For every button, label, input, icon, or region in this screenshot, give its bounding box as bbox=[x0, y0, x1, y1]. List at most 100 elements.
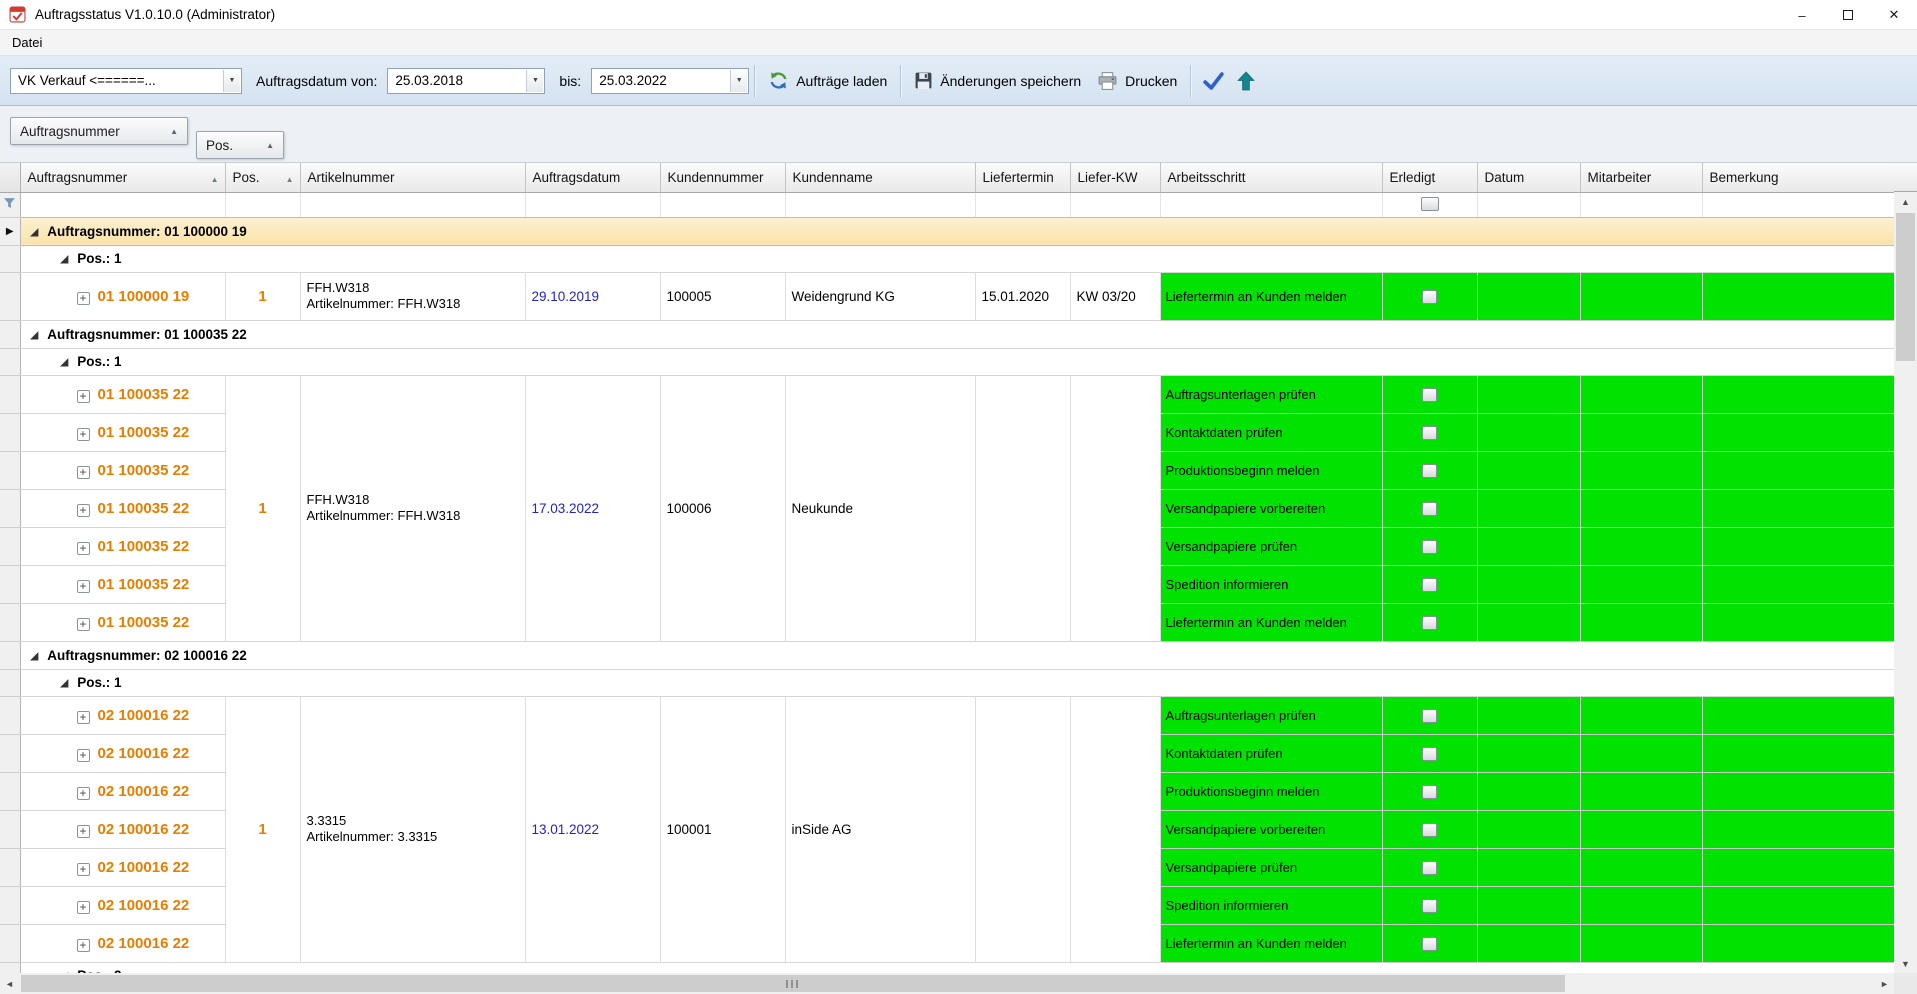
cell-order-no[interactable]: +01 100035 22 bbox=[20, 375, 226, 414]
expand-plus-icon[interactable]: + bbox=[76, 938, 90, 952]
cell-mitarbeiter[interactable] bbox=[1580, 451, 1703, 490]
expand-plus-icon[interactable]: + bbox=[76, 900, 90, 914]
cell-bemerkung[interactable] bbox=[1702, 924, 1894, 963]
cell-arbeitsschritt[interactable]: Spedition informieren bbox=[1160, 565, 1383, 604]
apply-check-button[interactable] bbox=[1196, 66, 1231, 96]
cell-kundenname[interactable]: inSide AG bbox=[785, 696, 976, 963]
cell-mitarbeiter[interactable] bbox=[1580, 772, 1703, 811]
cell-mitarbeiter[interactable] bbox=[1580, 375, 1703, 414]
cell-bemerkung[interactable] bbox=[1702, 527, 1894, 566]
cell-datum[interactable] bbox=[1477, 375, 1581, 414]
cell-arbeitsschritt[interactable]: Liefertermin an Kunden melden bbox=[1160, 603, 1383, 642]
cell-mitarbeiter[interactable] bbox=[1580, 565, 1703, 604]
group-row-cell[interactable]: ◢ Auftragsnummer: 01 100035 22 bbox=[20, 320, 1894, 349]
group-header-auftragsnummer[interactable]: Auftragsnummer ▲ bbox=[10, 117, 188, 145]
cell-artikelnummer[interactable]: FFH.W318 Artikelnummer: FFH.W318 bbox=[300, 375, 526, 642]
cell-mitarbeiter[interactable] bbox=[1580, 413, 1703, 452]
date-from-picker[interactable]: 25.03.2018 ▼ bbox=[387, 67, 546, 94]
cell-order-no[interactable]: +01 100035 22 bbox=[20, 413, 226, 452]
col-header-liefertermin[interactable]: Liefertermin bbox=[975, 163, 1071, 193]
minimize-button[interactable]: – bbox=[1779, 0, 1825, 30]
cell-erledigt[interactable] bbox=[1382, 451, 1478, 490]
filter-cell-kundenname[interactable] bbox=[785, 192, 976, 218]
cell-arbeitsschritt[interactable]: Versandpapiere prüfen bbox=[1160, 848, 1383, 887]
cell-arbeitsschritt[interactable]: Liefertermin an Kunden melden bbox=[1160, 924, 1383, 963]
cell-datum[interactable] bbox=[1477, 272, 1581, 321]
cell-datum[interactable] bbox=[1477, 451, 1581, 490]
cell-arbeitsschritt[interactable]: Auftragsunterlagen prüfen bbox=[1160, 696, 1383, 735]
group-header-pos[interactable]: Pos. ▲ bbox=[196, 131, 284, 159]
pos-group-row[interactable]: ◢Pos.: 2 bbox=[0, 962, 1894, 973]
cell-mitarbeiter[interactable] bbox=[1580, 810, 1703, 849]
cell-arbeitsschritt[interactable]: Liefertermin an Kunden melden bbox=[1160, 272, 1383, 321]
erledigt-checkbox[interactable] bbox=[1422, 708, 1437, 723]
cell-auftragsdatum[interactable]: 17.03.2022 bbox=[525, 375, 661, 642]
cell-order-no[interactable]: +01 100035 22 bbox=[20, 565, 226, 604]
cell-order-no[interactable]: +01 100000 19 bbox=[20, 272, 226, 321]
collapse-group-icon[interactable]: ◢ bbox=[61, 254, 69, 265]
cell-datum[interactable] bbox=[1477, 527, 1581, 566]
cell-erledigt[interactable] bbox=[1382, 734, 1478, 773]
collapse-group-icon[interactable]: ◢ bbox=[61, 678, 69, 689]
col-header-datum[interactable]: Datum bbox=[1477, 163, 1581, 193]
cell-bemerkung[interactable] bbox=[1702, 696, 1894, 735]
print-button[interactable]: Drucken bbox=[1089, 66, 1185, 96]
cell-liefertermin[interactable]: 15.01.2020 bbox=[975, 272, 1071, 321]
cell-liefer-kw[interactable]: KW 03/20 bbox=[1070, 272, 1161, 321]
cell-bemerkung[interactable] bbox=[1702, 848, 1894, 887]
filter-cell-mitarbeiter[interactable] bbox=[1580, 192, 1703, 218]
cell-order-no[interactable]: +02 100016 22 bbox=[20, 810, 226, 849]
data-row[interactable]: +01 100000 19 1 FFH.W318 Artikelnummer: … bbox=[0, 272, 1894, 321]
erledigt-checkbox[interactable] bbox=[1422, 615, 1437, 630]
cell-datum[interactable] bbox=[1477, 772, 1581, 811]
cell-erledigt[interactable] bbox=[1382, 924, 1478, 963]
cell-datum[interactable] bbox=[1477, 848, 1581, 887]
erledigt-checkbox[interactable] bbox=[1422, 936, 1437, 951]
col-header-kundennummer[interactable]: Kundennummer bbox=[660, 163, 786, 193]
vertical-scrollbar[interactable]: ▲ ▼ bbox=[1894, 163, 1917, 973]
view-filter-combo[interactable]: VK Verkauf <======... ▼ bbox=[10, 67, 242, 94]
cell-bemerkung[interactable] bbox=[1702, 413, 1894, 452]
expand-plus-icon[interactable]: + bbox=[76, 579, 90, 593]
col-header-artikelnummer[interactable]: Artikelnummer bbox=[300, 163, 526, 193]
col-header-arbeitsschritt[interactable]: Arbeitsschritt bbox=[1160, 163, 1383, 193]
chevron-down-icon[interactable]: ▼ bbox=[730, 69, 748, 92]
cell-arbeitsschritt[interactable]: Auftragsunterlagen prüfen bbox=[1160, 375, 1383, 414]
col-header-auftragsdatum[interactable]: Auftragsdatum bbox=[525, 163, 661, 193]
cell-artikelnummer[interactable]: FFH.W318 Artikelnummer: FFH.W318 bbox=[300, 272, 526, 321]
filter-cell-liefer-kw[interactable] bbox=[1070, 192, 1161, 218]
filter-cell-erledigt[interactable] bbox=[1382, 192, 1478, 218]
cell-arbeitsschritt[interactable]: Kontaktdaten prüfen bbox=[1160, 413, 1383, 452]
cell-artikelnummer[interactable]: 3.3315 Artikelnummer: 3.3315 bbox=[300, 696, 526, 963]
collapse-group-icon[interactable]: ◢ bbox=[31, 651, 39, 662]
cell-kundennummer[interactable]: 100005 bbox=[660, 272, 786, 321]
cell-arbeitsschritt[interactable]: Kontaktdaten prüfen bbox=[1160, 734, 1383, 773]
horizontal-scroll-thumb[interactable] bbox=[21, 975, 1565, 992]
cell-bemerkung[interactable] bbox=[1702, 734, 1894, 773]
filter-cell-pos[interactable] bbox=[225, 192, 301, 218]
cell-order-no[interactable]: +01 100035 22 bbox=[20, 489, 226, 528]
cell-bemerkung[interactable] bbox=[1702, 603, 1894, 642]
cell-pos[interactable]: 1 bbox=[225, 272, 301, 321]
cell-liefer-kw[interactable] bbox=[1070, 375, 1161, 642]
collapse-group-icon[interactable]: ◢ bbox=[31, 227, 39, 238]
cell-kundenname[interactable]: Weidengrund KG bbox=[785, 272, 976, 321]
scroll-right-button[interactable]: ► bbox=[1875, 973, 1894, 994]
cell-erledigt[interactable] bbox=[1382, 696, 1478, 735]
cell-mitarbeiter[interactable] bbox=[1580, 886, 1703, 925]
maximize-button[interactable] bbox=[1825, 0, 1871, 30]
erledigt-checkbox[interactable] bbox=[1422, 387, 1437, 402]
erledigt-checkbox[interactable] bbox=[1422, 746, 1437, 761]
vertical-scroll-thumb[interactable] bbox=[1896, 213, 1915, 361]
cell-datum[interactable] bbox=[1477, 696, 1581, 735]
erledigt-checkbox[interactable] bbox=[1422, 822, 1437, 837]
title-bar[interactable]: Auftragsstatus V1.0.10.0 (Administrator)… bbox=[0, 0, 1917, 30]
expand-plus-icon[interactable]: + bbox=[76, 824, 90, 838]
cell-order-no[interactable]: +01 100035 22 bbox=[20, 451, 226, 490]
cell-order-no[interactable]: +02 100016 22 bbox=[20, 848, 226, 887]
cell-pos[interactable]: 1 bbox=[225, 696, 301, 963]
date-to-picker[interactable]: 25.03.2022 ▼ bbox=[591, 67, 750, 94]
filter-cell-arbeitsschritt[interactable] bbox=[1160, 192, 1383, 218]
cell-kundennummer[interactable]: 100006 bbox=[660, 375, 786, 642]
cell-bemerkung[interactable] bbox=[1702, 810, 1894, 849]
